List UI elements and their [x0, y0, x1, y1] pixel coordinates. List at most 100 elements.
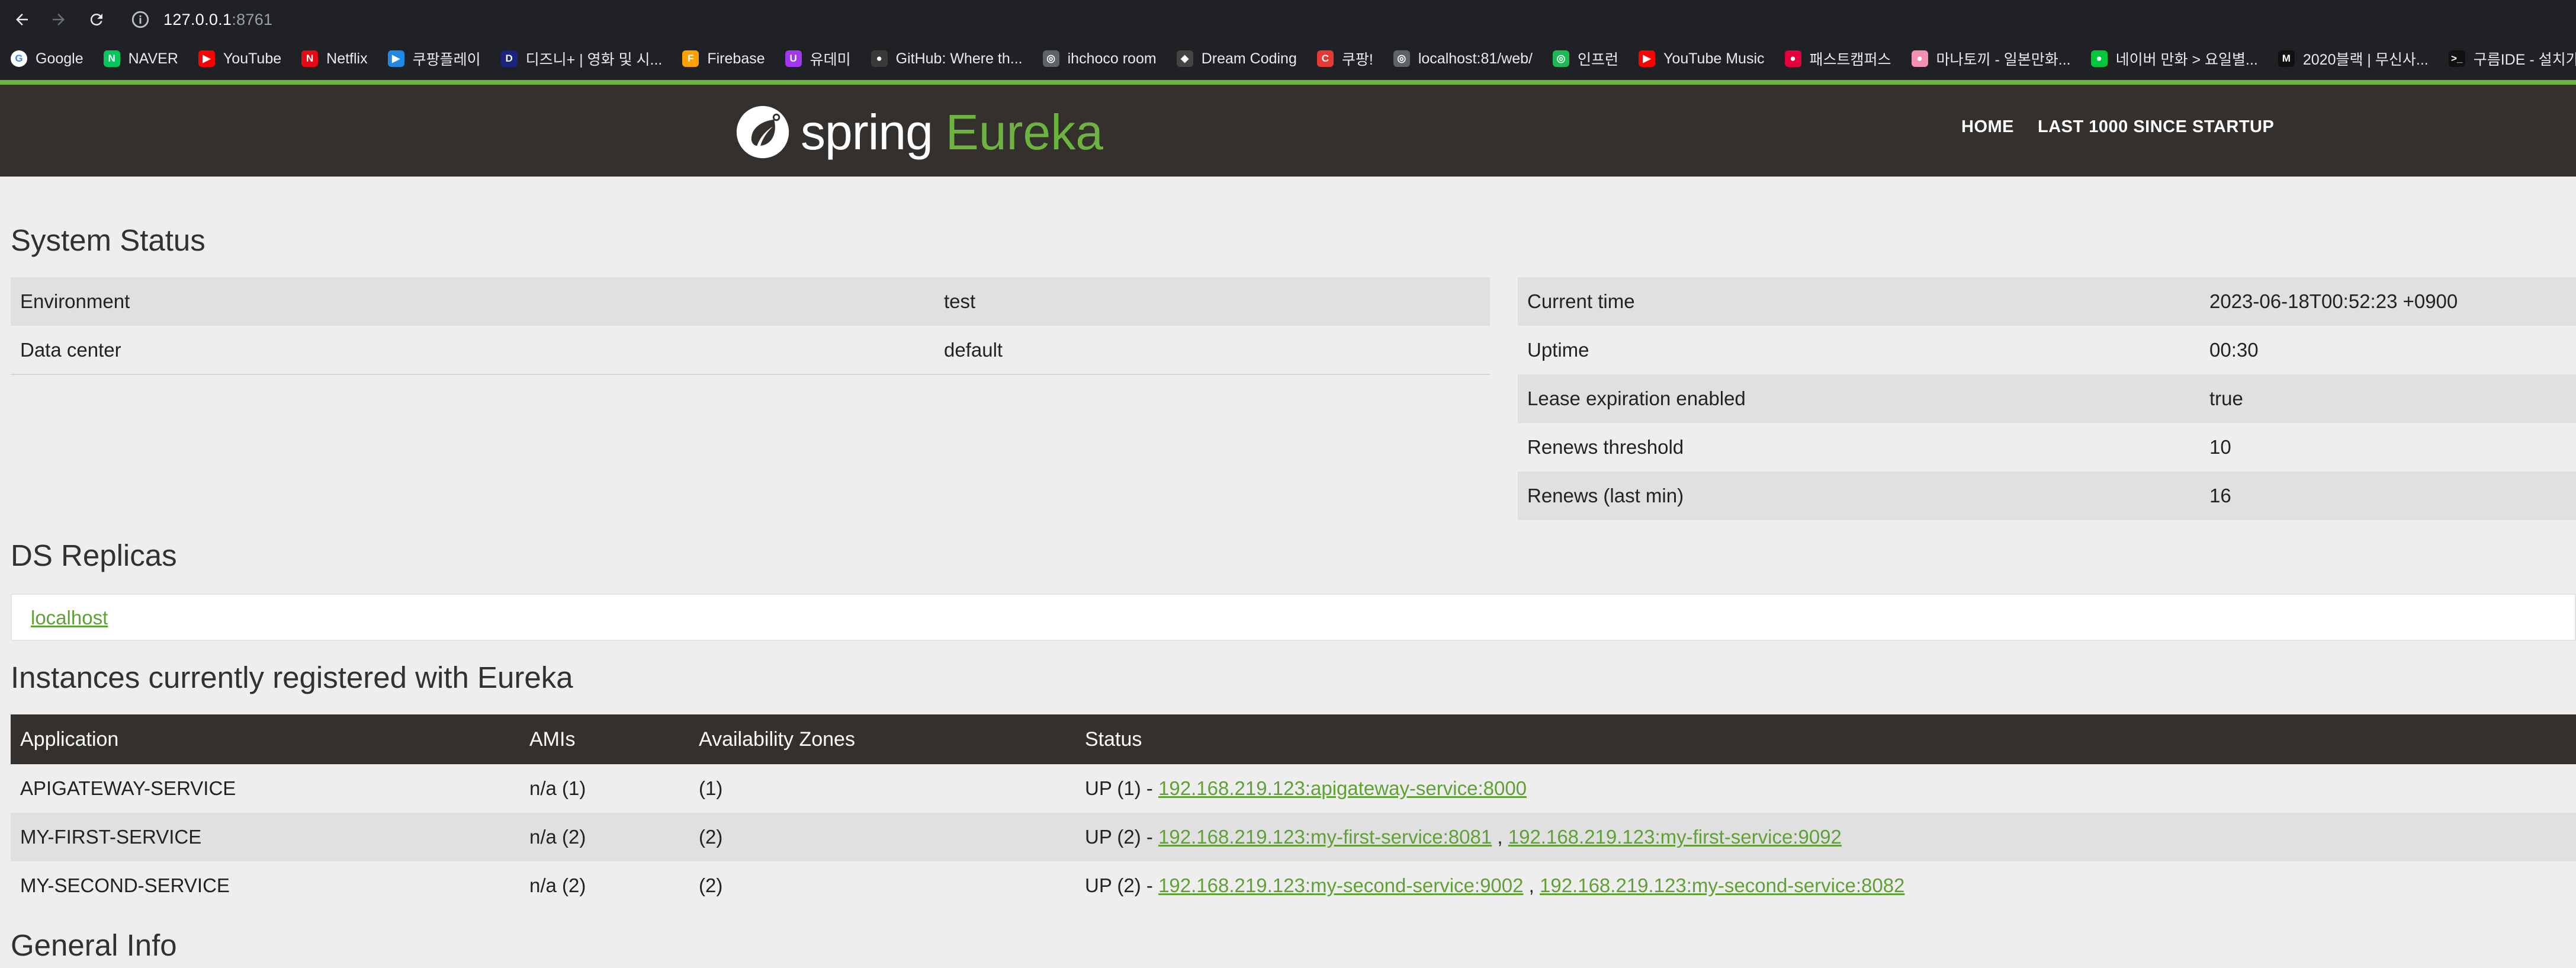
bookmark-item[interactable]: ▶ YouTube Music [1639, 50, 1765, 68]
spring-leaf-icon [736, 105, 789, 159]
bookmarks-bar: G Google N NAVER ▶ YouTube N Netflix ▶ 쿠팡플레이 D 디즈니+… [0, 44, 2576, 73]
address-row: 127.0.0.1:8761 [0, 0, 2576, 39]
bookmark-label: localhost:81/web/ [1418, 50, 1533, 67]
url-port: :8761 [232, 10, 273, 28]
application-cell: APIGATEWAY-SERVICE [11, 764, 520, 813]
status-value: 00:30 [2200, 326, 2576, 374]
instances-table: Application AMIs Availability Zones Stat… [11, 714, 2576, 910]
bookmark-label: YouTube Music [1663, 50, 1765, 67]
status-value: 16 [2200, 472, 2576, 520]
status-key: Lease expiration enabled [1518, 374, 2200, 423]
nav-home-link[interactable]: HOME [1961, 117, 2014, 137]
bookmark-item[interactable]: U 유데미 [785, 48, 851, 69]
status-key: Renews threshold [1518, 423, 2200, 472]
bookmark-label: 네이버 만화 > 요일별... [2115, 52, 2258, 68]
amis-cell: n/a (2) [520, 861, 689, 910]
forward-button[interactable] [45, 6, 72, 33]
application-cell: MY-SECOND-SERVICE [11, 861, 520, 910]
zones-cell: (1) [689, 764, 1075, 813]
bookmark-item[interactable]: M 2020블랙 | 무신사... [2278, 48, 2429, 69]
bookmark-item[interactable]: ● GitHub: Where th... [871, 50, 1023, 68]
table-row: Current time 2023-06-18T00:52:23 +0900 [1518, 277, 2576, 326]
bookmark-item[interactable]: ◆ Dream Coding [1176, 50, 1297, 68]
bookmark-item[interactable]: ● 패스트캠퍼스 [1784, 48, 1891, 69]
status-value: test [934, 277, 1490, 326]
goorm-icon: >_ [2448, 50, 2465, 67]
bookmark-item[interactable]: C 쿠팡! [1316, 48, 1373, 69]
address-bar[interactable]: 127.0.0.1:8761 [118, 4, 2558, 36]
bookmark-item[interactable]: >_ 구름IDE - 설치가 [2448, 48, 2576, 69]
accent-strip [0, 80, 2576, 85]
bookmark-label: 구름IDE - 설치가 [2473, 52, 2576, 68]
inflearn-icon: ◎ [1553, 50, 1570, 67]
globe-icon: ◎ [1393, 50, 1410, 67]
table-row: Environment test [11, 277, 1490, 326]
bookmark-item[interactable]: N Netflix [301, 50, 368, 68]
netflix-icon: N [301, 50, 319, 67]
forward-arrow-icon [53, 14, 65, 25]
url-text[interactable]: 127.0.0.1:8761 [163, 11, 272, 29]
url-host: 127.0.0.1 [163, 10, 232, 28]
bookmark-item[interactable]: D 디즈니+ | 영화 및 시... [500, 48, 662, 69]
info-icon[interactable] [130, 9, 150, 30]
table-row: Renews threshold 10 [1518, 423, 2576, 472]
back-arrow-icon [16, 14, 28, 25]
column-header-availability-zones: Availability Zones [699, 727, 855, 751]
instance-link[interactable]: 192.168.219.123:my-second-service:8082 [1540, 874, 1904, 896]
instances-heading: Instances currently registered with Eure… [11, 661, 573, 694]
spring-eureka-logo[interactable]: spring Eureka [734, 102, 1103, 162]
naver-webtoon-icon: ● [2090, 50, 2108, 67]
status-cell: UP (2) - 192.168.219.123:my-first-servic… [1075, 813, 2576, 861]
instance-row: APIGATEWAY-SERVICE n/a (1) (1) UP (1) - 192… [11, 764, 2576, 813]
bookmark-item[interactable]: ● 마나토끼 - 일본만화... [1911, 48, 2071, 69]
status-key: Renews (last min) [1518, 472, 2200, 520]
column-header-status: Status [1085, 727, 1142, 751]
status-cell: UP (1) - 192.168.219.123:apigateway-serv… [1075, 764, 2576, 813]
udemy-icon: U [785, 50, 802, 67]
reload-icon [90, 14, 102, 26]
column-header-amis: AMIs [529, 727, 576, 751]
bookmark-item[interactable]: F Firebase [682, 50, 765, 68]
amis-cell: n/a (1) [520, 764, 689, 813]
youtube-icon: ▶ [198, 50, 215, 67]
bookmark-item[interactable]: ▶ 쿠팡플레이 [387, 48, 481, 69]
instance-link[interactable]: 192.168.219.123:apigateway-service:8000 [1158, 777, 1527, 799]
bookmark-item[interactable]: ▶ YouTube [198, 50, 281, 68]
bookmark-item[interactable]: G Google [11, 50, 83, 68]
dream-coding-icon: ◆ [1176, 50, 1193, 67]
bookmark-item[interactable]: ◎ localhost:81/web/ [1393, 50, 1533, 68]
google-icon: G [11, 50, 27, 67]
bookmark-label: 유데미 [810, 52, 851, 68]
firebase-icon: F [682, 50, 699, 67]
bookmark-label: 마나토끼 - 일본만화... [1936, 52, 2071, 68]
instance-link[interactable]: 192.168.219.123:my-first-service:8081 [1158, 826, 1492, 848]
instance-row: MY-FIRST-SERVICE n/a (2) (2) UP (2) - 192.1… [11, 813, 2576, 861]
link-separator: , [1523, 874, 1540, 896]
bookmark-label: 쿠팡플레이 [412, 52, 481, 68]
instance-link[interactable]: 192.168.219.123:my-first-service:9092 [1508, 826, 1842, 848]
instance-link[interactable]: 192.168.219.123:my-second-service:9002 [1158, 874, 1523, 896]
bookmark-item[interactable]: N NAVER [103, 50, 178, 68]
zones-cell: (2) [689, 861, 1075, 910]
general-info-heading: General Info [11, 928, 177, 962]
nav-last-1000-link[interactable]: LAST 1000 SINCE STARTUP [2038, 117, 2274, 137]
link-separator: , [1492, 826, 1508, 848]
bookmark-item[interactable]: ◎ 인프런 [1553, 48, 1618, 69]
coupang-play-icon: ▶ [387, 50, 404, 67]
reload-button[interactable] [83, 6, 110, 33]
globe-icon: ◎ [1042, 50, 1059, 67]
table-row: Renews (last min) 16 [1518, 472, 2576, 520]
table-header-row: Application AMIs Availability Zones Stat… [11, 714, 2576, 764]
replica-localhost-link[interactable]: localhost [31, 607, 108, 629]
naver-icon: N [103, 50, 120, 67]
status-prefix: UP (2) - [1085, 874, 1159, 896]
instances-table-body: APIGATEWAY-SERVICE n/a (1) (1) UP (1) - 192… [11, 764, 2576, 910]
bookmark-label: 패스트캠퍼스 [1809, 52, 1891, 68]
bookmark-label: ihchoco room [1067, 50, 1157, 67]
bookmark-label: Dream Coding [1201, 50, 1297, 67]
bookmark-item[interactable]: ● 네이버 만화 > 요일별... [2090, 48, 2258, 69]
back-button[interactable] [8, 6, 36, 33]
bookmark-item[interactable]: ◎ ihchoco room [1042, 50, 1157, 68]
table-row: Lease expiration enabled true [1518, 374, 2576, 423]
eureka-navbar: spring Eureka HOME LAST 1000 SINCE START… [0, 85, 2576, 177]
